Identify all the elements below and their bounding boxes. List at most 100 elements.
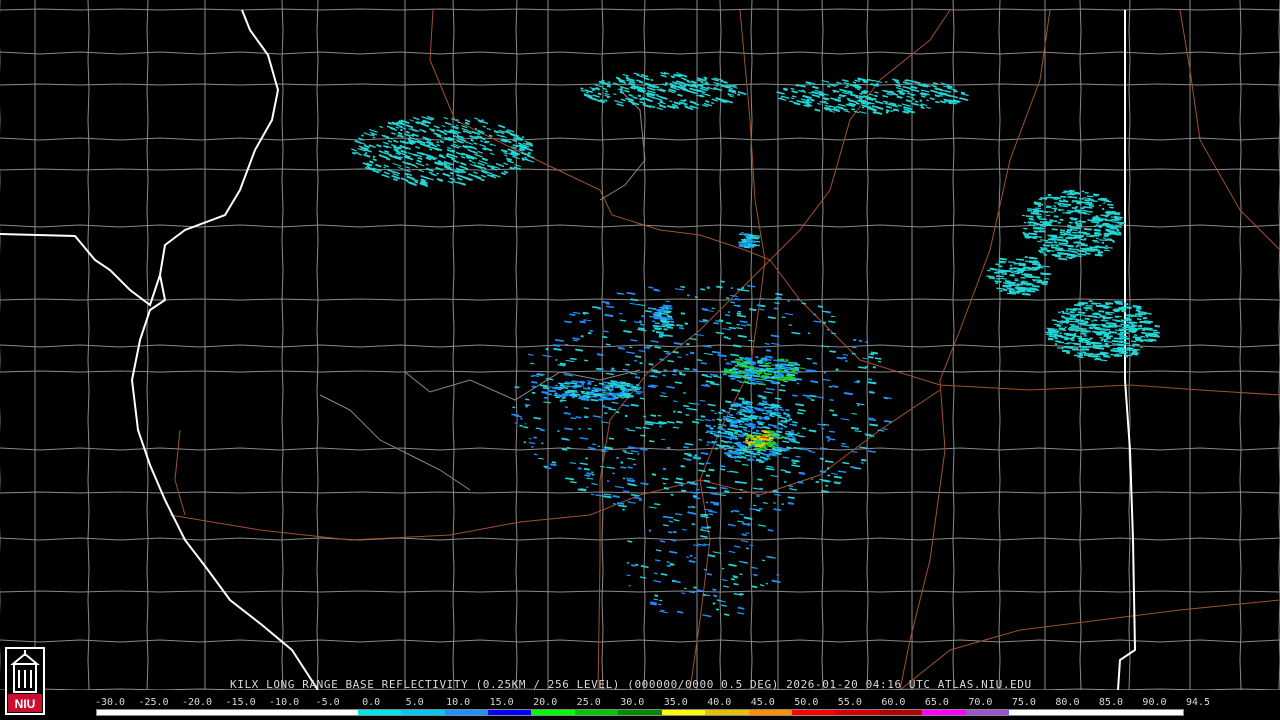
echo-pixel <box>1076 242 1086 245</box>
echo-pixel <box>663 369 667 372</box>
scale-label: 20.0 <box>533 697 558 708</box>
echo-pixel <box>769 450 776 453</box>
echo-pixel <box>773 508 782 511</box>
echo-pixel <box>1081 323 1089 326</box>
echo-pixel <box>1115 315 1122 318</box>
echo-pixel <box>856 380 861 383</box>
echo-pixel <box>738 560 745 563</box>
echo-pixel <box>1097 250 1104 254</box>
echo-pixel <box>759 297 765 300</box>
echo-pixel <box>719 465 726 468</box>
echo-pixel <box>859 92 863 95</box>
echo-pixel <box>885 109 890 113</box>
echo-pixel <box>659 312 669 315</box>
county-line <box>452 0 455 690</box>
echo-pixel <box>1137 325 1143 328</box>
echo-pixel <box>790 100 794 103</box>
echo-pixel <box>667 359 674 363</box>
echo-pixel <box>720 280 725 283</box>
echo-pixel <box>616 502 625 505</box>
echo-pixel <box>1046 214 1051 217</box>
echo-pixel <box>1101 223 1107 226</box>
echo-pixel <box>668 520 674 523</box>
echo-pixel <box>1051 228 1058 231</box>
echo-pixel <box>1028 232 1038 236</box>
echo-pixel <box>827 85 830 88</box>
echo-pixel <box>842 354 849 356</box>
scale-swatch <box>618 710 662 715</box>
scale-label: 65.0 <box>924 697 949 708</box>
echo-pixel <box>675 477 683 481</box>
echo-pixel <box>431 117 435 121</box>
echo-pixel <box>1028 256 1034 260</box>
echo-pixel <box>1115 302 1123 305</box>
echo-pixel <box>654 346 661 349</box>
echo-pixel <box>730 361 736 364</box>
echo-pixel <box>787 502 794 505</box>
echo-pixel <box>464 121 470 126</box>
echo-pixel <box>692 420 700 424</box>
echo-pixel <box>674 381 683 384</box>
county-line <box>821 0 824 690</box>
echo-pixel <box>710 409 715 412</box>
echo-pixel <box>761 357 768 360</box>
echo-pixel <box>676 610 684 614</box>
echo-pixel <box>1141 331 1147 335</box>
echo-pixel <box>521 136 525 139</box>
echo-pixel <box>733 442 739 445</box>
echo-pixel <box>771 442 777 445</box>
echo-pixel <box>832 413 838 417</box>
echo-pixel <box>700 452 709 455</box>
echo-pixel <box>821 83 825 86</box>
echo-pixel <box>413 153 418 157</box>
echo-pixel <box>729 449 733 453</box>
echo-pixel <box>1137 311 1147 314</box>
echo-pixel <box>1099 351 1109 355</box>
echo-pixel <box>1085 247 1094 250</box>
echo-pixel <box>790 87 795 90</box>
echo-pixel <box>386 168 392 172</box>
echo-pixel <box>919 104 924 107</box>
echo-pixel <box>810 451 816 453</box>
niu-logo: NIU <box>5 647 45 715</box>
scale-label: 45.0 <box>750 697 775 708</box>
echo-pixel <box>792 394 798 397</box>
county-line <box>1239 0 1242 690</box>
echo-pixel <box>657 314 661 317</box>
echo-pixel <box>872 97 877 101</box>
echo-pixel <box>1119 331 1129 334</box>
echo-pixel <box>738 430 743 433</box>
echo-pixel <box>553 347 562 351</box>
echo-pixel <box>830 315 836 318</box>
echo-pixel <box>586 472 592 475</box>
echo-pixel <box>996 287 1006 290</box>
echo-pixel <box>723 424 727 427</box>
echo-pixel <box>779 408 785 411</box>
echo-pixel <box>883 420 893 423</box>
echo-pixel <box>1074 200 1082 203</box>
echo-pixel <box>1059 229 1065 232</box>
echo-pixel <box>723 336 729 339</box>
echo-pixel <box>770 334 780 338</box>
echo-pixel <box>664 306 673 310</box>
echo-pixel <box>795 363 800 366</box>
echo-pixel <box>1118 344 1126 347</box>
echo-pixel <box>1024 275 1030 277</box>
echo-pixel <box>844 86 848 89</box>
echo-pixel <box>630 339 638 342</box>
echo-pixel <box>452 134 456 138</box>
echo-pixel <box>788 430 791 434</box>
echo-pixel <box>398 119 404 124</box>
echo-pixel <box>742 376 752 379</box>
echo-pixel <box>654 322 660 325</box>
echo-pixel <box>737 445 743 448</box>
echo-pixel <box>648 286 654 289</box>
echo-pixel <box>564 320 572 324</box>
echo-pixel <box>765 349 771 352</box>
echo-pixel <box>1037 280 1043 283</box>
echo-pixel <box>786 373 796 377</box>
echo-pixel <box>885 111 889 114</box>
echo-pixel <box>809 394 817 398</box>
echo-pixel <box>1078 327 1087 330</box>
echo-pixel <box>774 302 780 305</box>
